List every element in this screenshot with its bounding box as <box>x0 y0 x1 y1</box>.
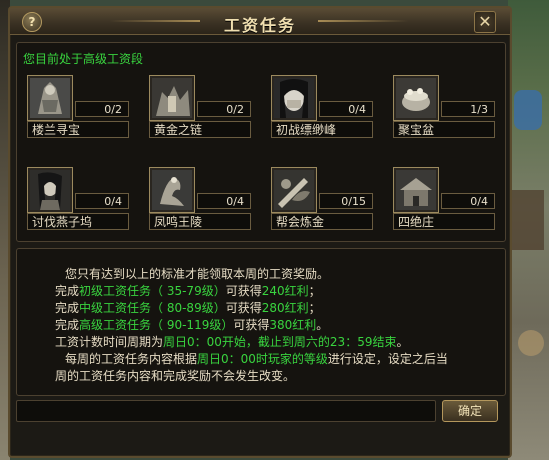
task-name: 帮会炼金 <box>271 213 373 230</box>
salary-task-window: ? 工资任务 ✕ 您目前处于高级工资段 0/2 楼兰寻宝 0/2 黄金之链 0/… <box>8 6 512 458</box>
task-progress: 0/2 <box>197 101 251 117</box>
info-panel: 您只有达到以上的标准才能领取本周的工资奖励。 完成初级工资任务（ 35-79级）… <box>16 248 506 396</box>
task-progress: 0/4 <box>197 193 251 209</box>
info-line: 完成初级工资任务（ 35-79级）可获得240红利； <box>55 284 321 298</box>
info-line: 每周的工资任务内容根据周日0：00时玩家的等级进行设定，设定之后当 <box>65 352 448 366</box>
task-item[interactable]: 0/4 凤鸣王陵 <box>149 167 267 245</box>
task-panel: 您目前处于高级工资段 0/2 楼兰寻宝 0/2 黄金之链 0/4 初战缥缈峰 1… <box>16 42 506 242</box>
task-item[interactable]: 1/3 聚宝盆 <box>393 75 511 153</box>
task-name: 讨伐燕子坞 <box>27 213 129 230</box>
task-name: 黄金之链 <box>149 121 251 138</box>
task-progress: 0/4 <box>319 101 373 117</box>
level-text: 您目前处于高级工资段 <box>23 52 144 66</box>
task-item[interactable]: 0/15 帮会炼金 <box>271 167 389 245</box>
task-name: 四绝庄 <box>393 213 495 230</box>
info-line: 您只有达到以上的标准才能领取本周的工资奖励。 <box>65 267 330 281</box>
task-name: 初战缥缈峰 <box>271 121 373 138</box>
close-button[interactable]: ✕ <box>474 11 496 33</box>
task-name: 楼兰寻宝 <box>27 121 129 138</box>
task-item[interactable]: 0/4 初战缥缈峰 <box>271 75 389 153</box>
golden-chain-icon[interactable] <box>149 75 195 121</box>
alchemy-icon[interactable] <box>271 167 317 213</box>
swordswoman-icon[interactable] <box>27 167 73 213</box>
phoenix-tomb-icon[interactable] <box>149 167 195 213</box>
info-line: 完成高级工资任务（ 90-119级）可获得380红利。 <box>55 318 329 332</box>
confirm-button[interactable]: 确定 <box>442 400 498 422</box>
warrior-statue-icon[interactable] <box>27 75 73 121</box>
manor-icon[interactable] <box>393 167 439 213</box>
task-name: 凤鸣王陵 <box>149 213 251 230</box>
task-name: 聚宝盆 <box>393 121 495 138</box>
task-item[interactable]: 0/4 四绝庄 <box>393 167 511 245</box>
masked-woman-icon[interactable] <box>271 75 317 121</box>
task-item[interactable]: 0/2 楼兰寻宝 <box>27 75 145 153</box>
scenery-banner <box>514 90 542 130</box>
window-title: 工资任务 <box>223 16 296 35</box>
task-item[interactable]: 0/2 黄金之链 <box>149 75 267 153</box>
background-scenery <box>508 0 549 460</box>
bottom-bar: 确定 <box>16 400 504 424</box>
task-progress: 0/2 <box>75 101 129 117</box>
text-field <box>16 400 436 422</box>
scenery-tree <box>510 190 544 250</box>
scenery-lantern <box>518 330 544 356</box>
info-line: 完成中级工资任务（ 80-89级）可获得280红利； <box>55 301 321 315</box>
treasure-bowl-icon[interactable] <box>393 75 439 121</box>
info-line: 工资计数时间周期为周日0：00开始，截止到周六的23：59结束。 <box>55 335 409 349</box>
task-progress: 0/15 <box>319 193 373 209</box>
title-ornament-right <box>318 20 408 22</box>
title-bar[interactable]: ? 工资任务 ✕ <box>10 8 510 35</box>
task-item[interactable]: 0/4 讨伐燕子坞 <box>27 167 145 245</box>
task-progress: 1/3 <box>441 101 495 117</box>
task-progress: 0/4 <box>75 193 129 209</box>
info-line: 周的工资任务内容和完成奖励不会发生改变。 <box>55 369 296 383</box>
task-progress: 0/4 <box>441 193 495 209</box>
